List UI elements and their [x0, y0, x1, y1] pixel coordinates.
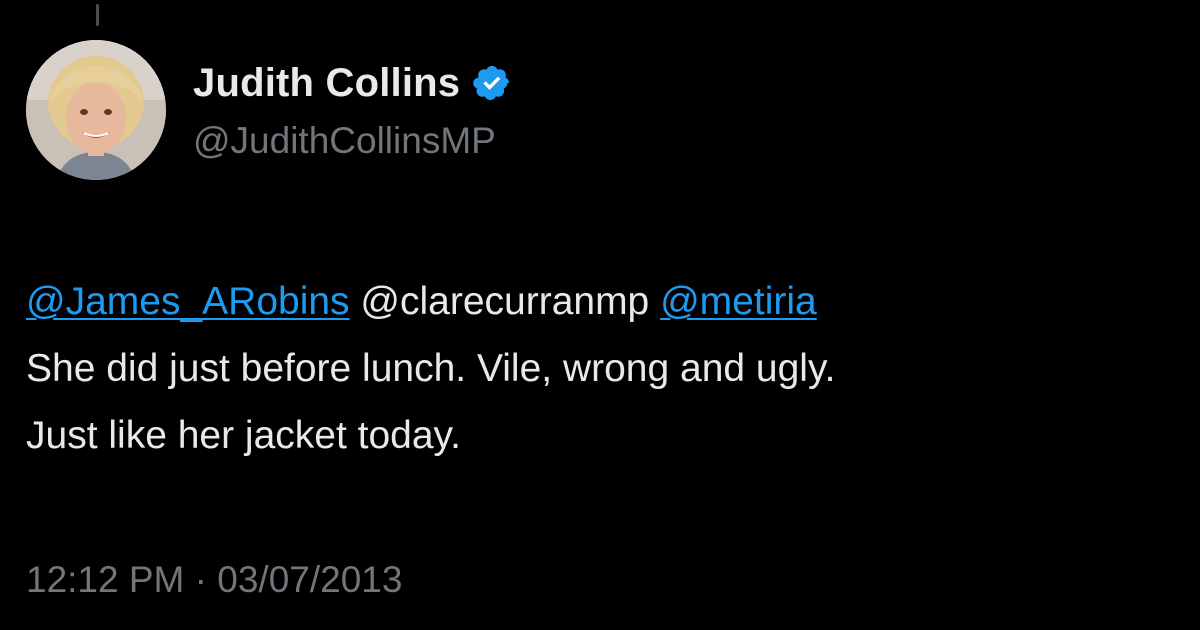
mention-text: @clarecurranmp	[360, 280, 650, 323]
thread-connector-line	[96, 4, 99, 26]
timestamp-separator: ·	[194, 559, 207, 600]
mentions-line: @James_ARobins @clarecurranmp @metiria	[26, 268, 1176, 335]
avatar[interactable]	[26, 40, 166, 180]
tweet-timestamp[interactable]: 12:12 PM · 03/07/2013	[26, 554, 402, 606]
tweet-line: Just like her jacket today.	[26, 414, 461, 457]
mention-link[interactable]: @metiria	[660, 280, 817, 323]
author-display-name[interactable]: Judith Collins	[193, 58, 460, 108]
tweet-date: 03/07/2013	[217, 559, 403, 600]
profile-photo-icon	[26, 40, 166, 180]
mention-link[interactable]: @James_ARobins	[26, 280, 350, 323]
author-name-row: Judith Collins	[193, 58, 512, 108]
verified-badge-icon[interactable]	[472, 63, 512, 103]
tweet-text: @James_ARobins @clarecurranmp @metiria S…	[26, 268, 1176, 469]
tweet-line: She did just before lunch. Vile, wrong a…	[26, 347, 836, 390]
tweet-time: 12:12 PM	[26, 559, 185, 600]
author-handle[interactable]: @JudithCollinsMP	[193, 116, 496, 166]
